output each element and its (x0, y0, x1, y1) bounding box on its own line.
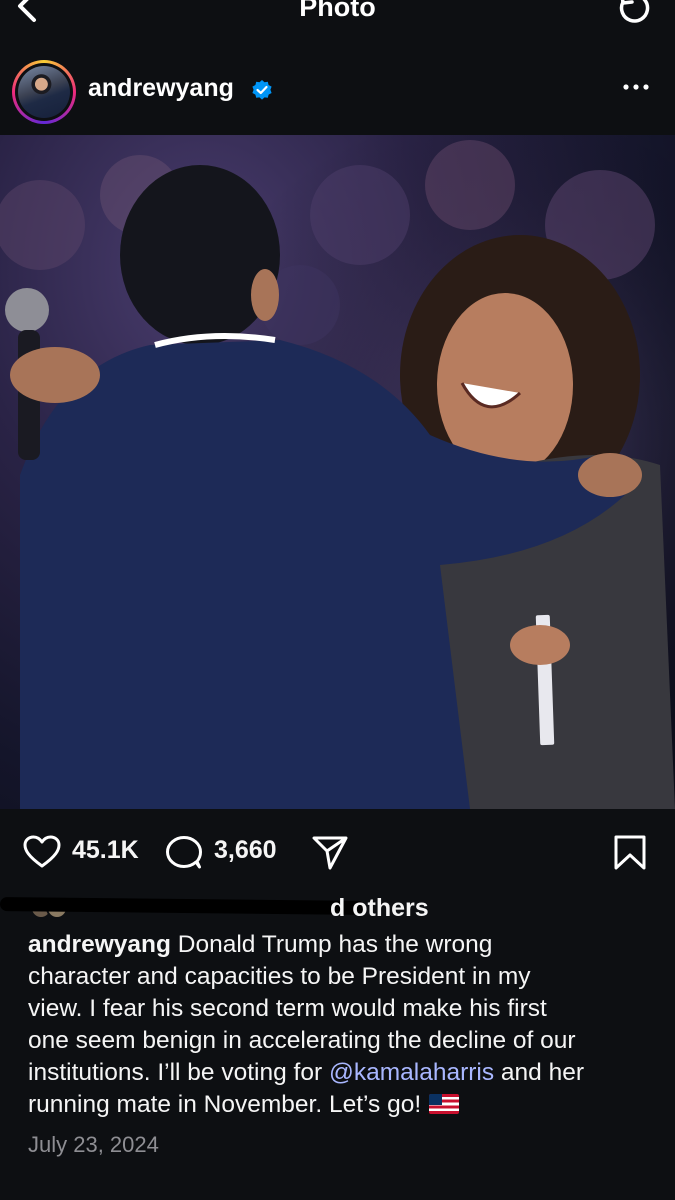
caption-text: view. I fear his second term would make … (28, 995, 547, 1022)
refresh-icon[interactable] (613, 0, 653, 28)
us-flag-icon (429, 1094, 460, 1114)
post-header: andrewyang (0, 58, 675, 124)
action-bar: 45.1K 3,660 (0, 828, 675, 876)
caption-text: one seem benign in accelerating the decl… (28, 1027, 576, 1054)
liked-by-row[interactable]: d others (0, 893, 530, 929)
caption-text: institutions. I’ll be voting for (28, 1059, 323, 1086)
caption-text: running mate in November. Let’s go! (28, 1091, 422, 1118)
bookmark-icon[interactable] (610, 834, 650, 870)
liked-by-text: d others (330, 894, 429, 922)
caption-text: and her (500, 1059, 585, 1086)
post-date: July 23, 2024 (28, 1132, 159, 1157)
page-title: Photo (299, 0, 376, 22)
avatar[interactable] (12, 60, 76, 124)
verified-badge-icon (252, 80, 272, 100)
more-icon[interactable] (621, 72, 651, 102)
caption-text: character and capacities to be President… (28, 963, 531, 990)
top-bar: Photo (0, 0, 675, 44)
mention-link[interactable]: @kamalaharris (329, 1059, 494, 1086)
share-icon[interactable] (310, 834, 350, 870)
caption-username[interactable]: andrewyang (28, 931, 171, 958)
caption-text: Donald Trump has the wrong (177, 931, 493, 958)
post-photo[interactable] (0, 135, 675, 809)
comment-count[interactable]: 3,660 (214, 836, 277, 865)
comment-icon[interactable] (164, 834, 204, 870)
avatar-image (18, 66, 70, 118)
heart-icon[interactable] (22, 834, 62, 870)
like-count[interactable]: 45.1K (72, 836, 139, 865)
post-caption: andrewyang Donald Trump has the wrong ch… (28, 929, 658, 1121)
photo-illustration (0, 135, 675, 809)
post-username[interactable]: andrewyang (88, 74, 234, 103)
